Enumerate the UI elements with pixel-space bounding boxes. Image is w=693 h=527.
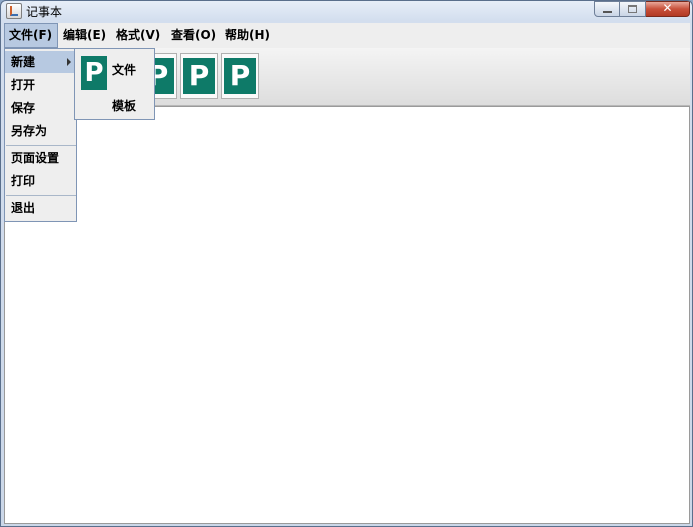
submenu-arrow-icon [67,58,71,66]
close-button[interactable]: ✕ [646,1,690,17]
window-controls: ✕ [594,1,690,17]
close-icon: ✕ [662,1,673,15]
menu-separator [6,195,76,196]
p-icon: P [81,56,107,90]
maximize-icon [628,5,637,13]
menu-item-save-as[interactable]: 另存为 [5,120,76,142]
menu-item-save[interactable]: 保存 [5,97,76,119]
menu-separator [6,145,76,146]
submenu-item-label: 文件 [112,63,137,77]
notepad-window: 记事本 ✕ 文件(F) 编辑(E) 格式(V) 查看(O) 帮助(H) P P … [0,0,693,527]
submenu-item-file[interactable]: P 文件 [75,51,154,90]
menu-help[interactable]: 帮助(H) [221,23,274,48]
menu-item-print[interactable]: 打印 [5,170,76,192]
minimize-icon [603,11,612,13]
java-app-icon [6,3,22,19]
text-editor-area[interactable] [4,106,690,524]
menu-file[interactable]: 文件(F) [4,23,58,48]
p-icon: P [224,58,256,94]
new-submenu: P 文件 模板 [74,48,155,120]
file-menu-dropdown: 新建 打开 保存 另存为 页面设置 打印 退出 [4,48,77,222]
menu-view[interactable]: 查看(O) [167,23,220,48]
menu-edit[interactable]: 编辑(E) [59,23,110,48]
toolbar-button-4[interactable]: P [221,53,259,99]
menu-item-exit[interactable]: 退出 [5,197,76,219]
window-title: 记事本 [26,5,63,19]
p-icon: P [183,58,215,94]
menu-item-open[interactable]: 打开 [5,74,76,96]
maximize-button[interactable] [620,1,646,17]
menu-item-new[interactable]: 新建 [5,51,76,73]
toolbar-button-3[interactable]: P [180,53,218,99]
submenu-item-template[interactable]: 模板 [75,89,154,121]
menu-item-label: 新建 [11,55,36,69]
submenu-item-label: 模板 [112,99,137,113]
menu-format[interactable]: 格式(V) [112,23,164,48]
minimize-button[interactable] [594,1,620,17]
title-bar[interactable]: 记事本 ✕ [1,1,692,21]
menu-bar: 文件(F) 编辑(E) 格式(V) 查看(O) 帮助(H) [4,23,690,48]
menu-item-page-setup[interactable]: 页面设置 [5,147,76,169]
